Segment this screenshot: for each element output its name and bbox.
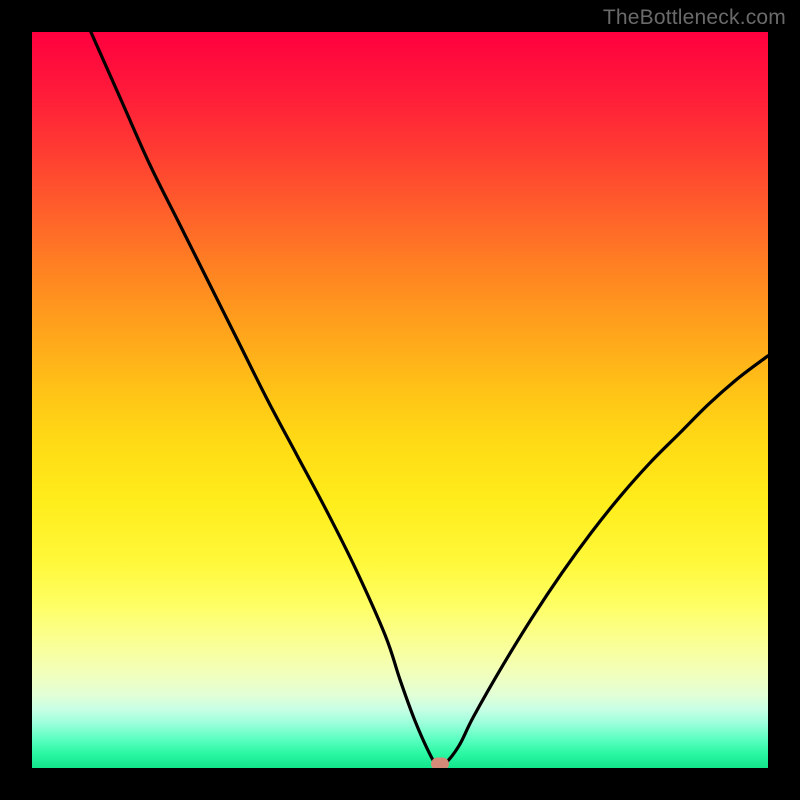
bottleneck-curve	[32, 32, 768, 768]
chart-frame: TheBottleneck.com	[0, 0, 800, 800]
watermark-text: TheBottleneck.com	[603, 6, 786, 30]
optimum-marker	[431, 758, 449, 768]
plot-area	[32, 32, 768, 768]
